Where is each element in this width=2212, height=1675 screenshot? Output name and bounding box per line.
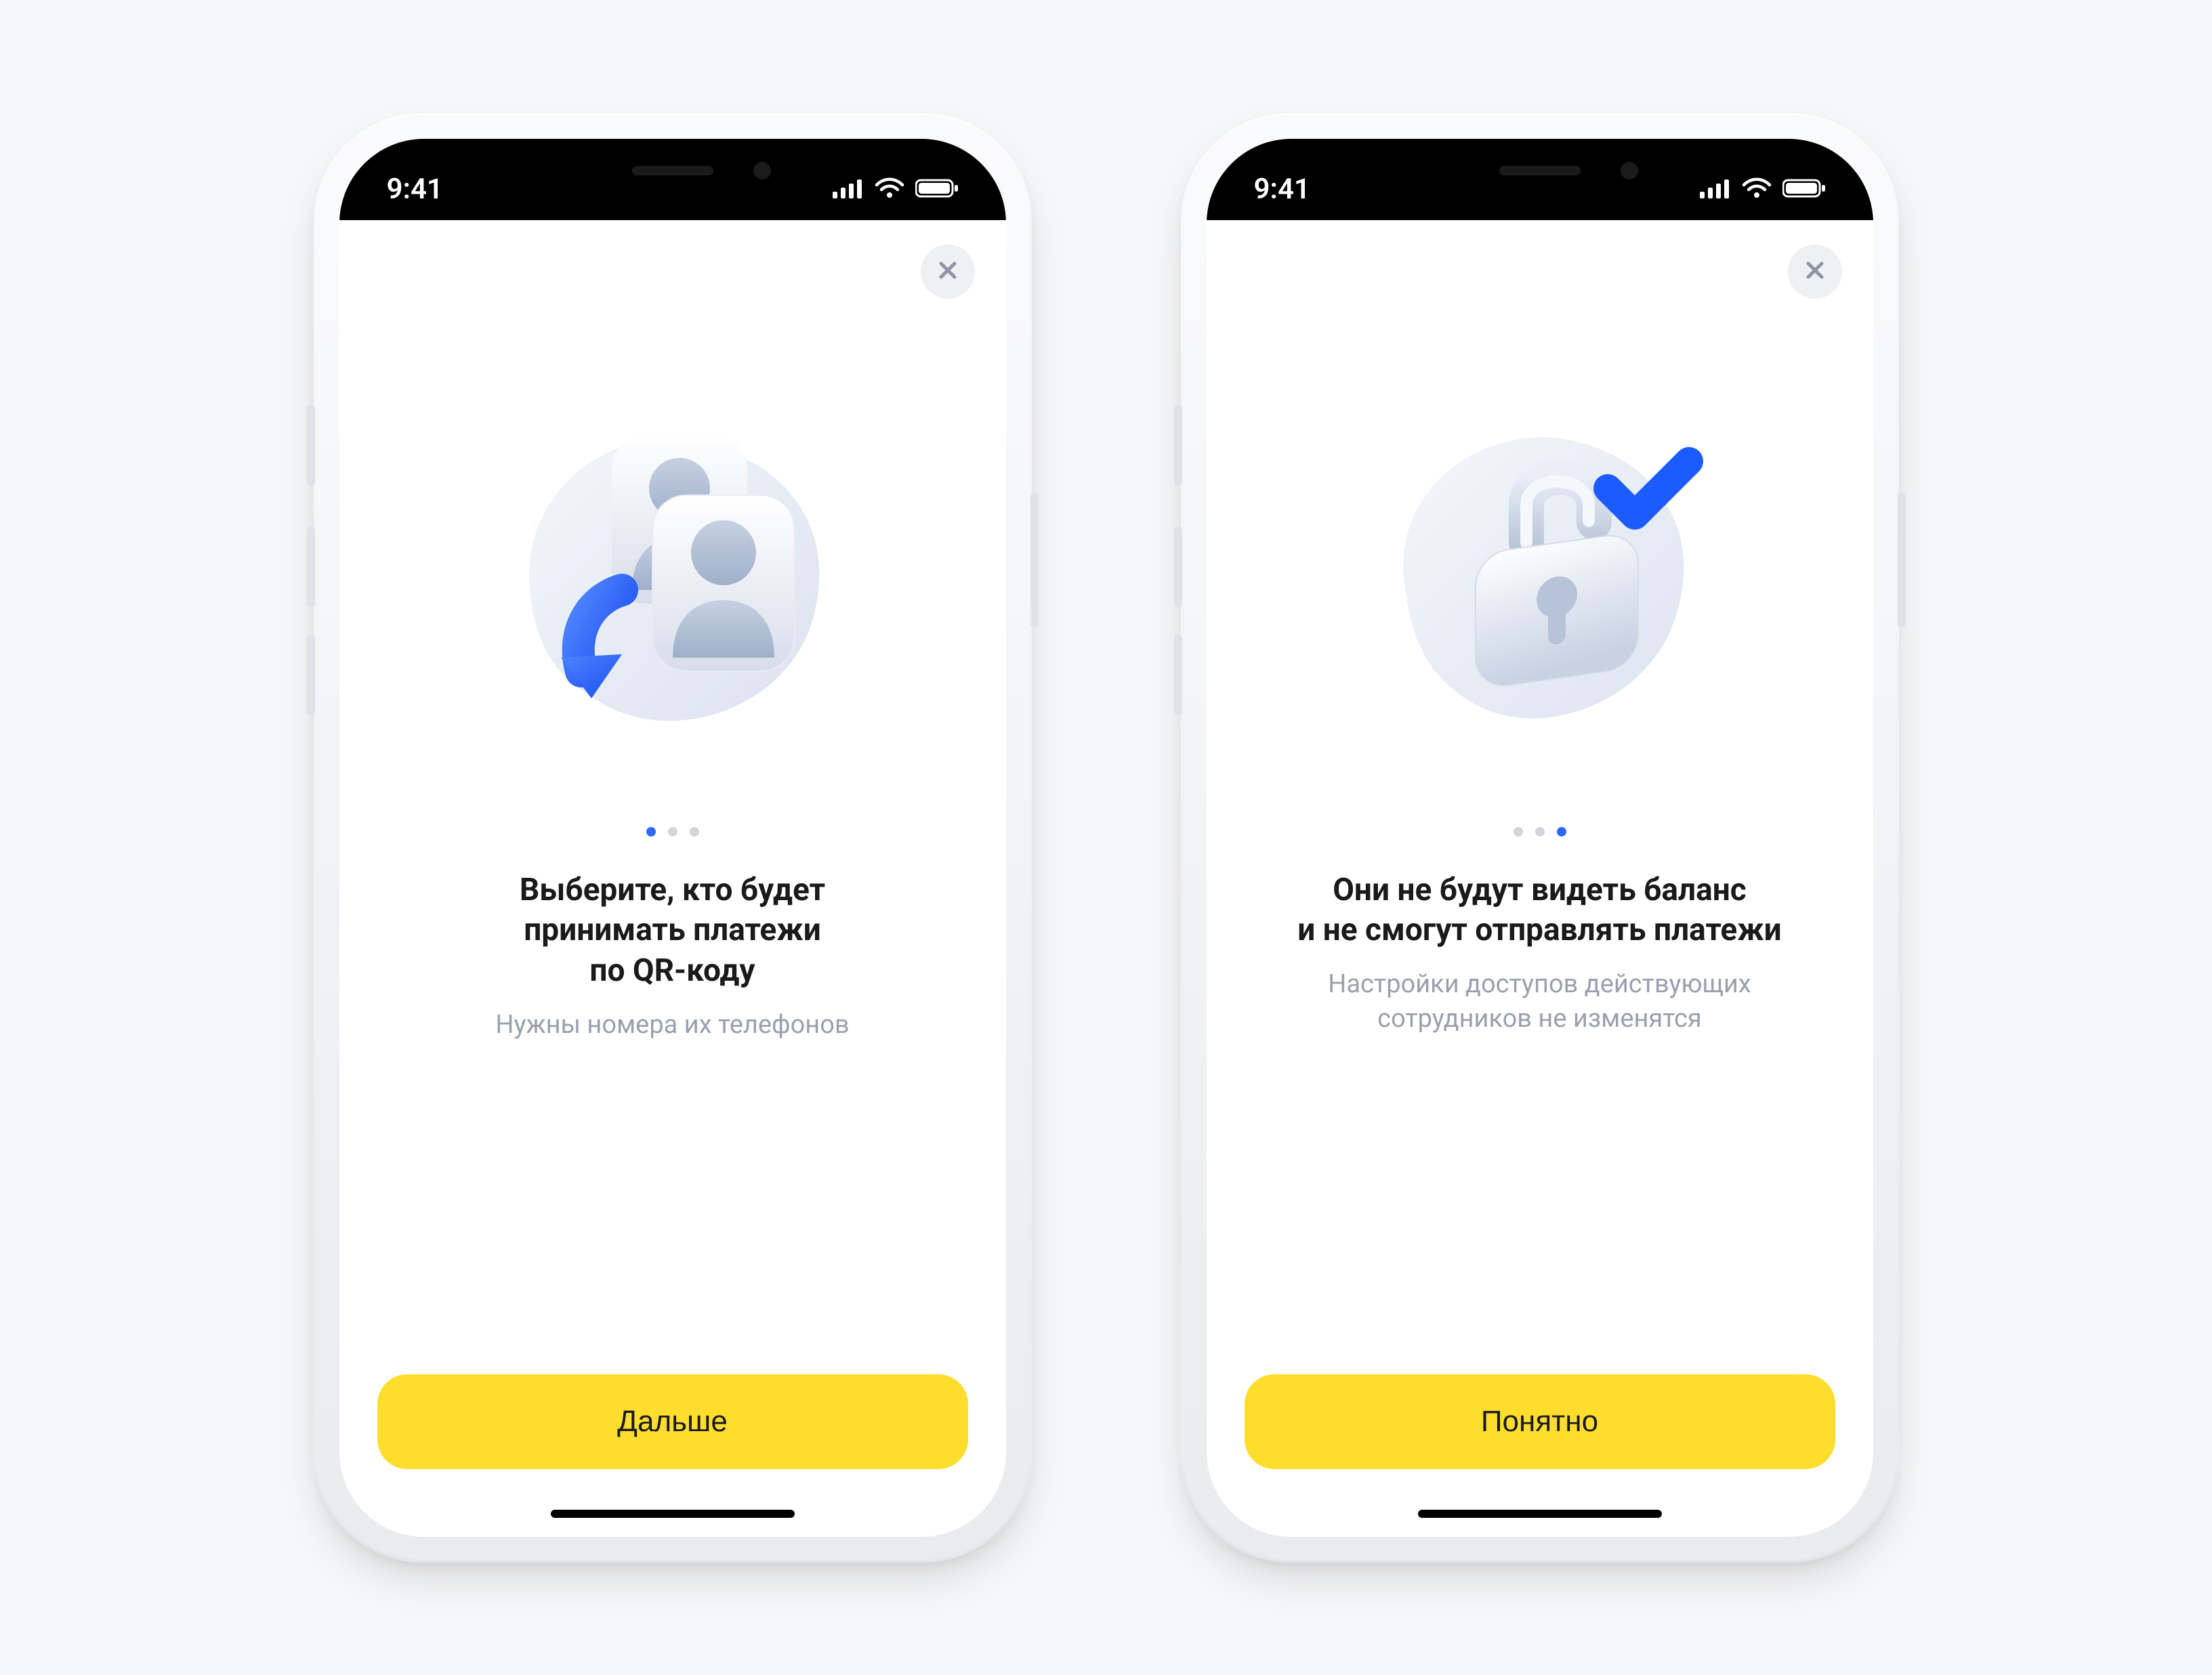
home-indicator[interactable]: [1418, 1510, 1662, 1518]
onboarding-subtitle: Настройки доступов действующих сотрудник…: [1328, 967, 1751, 1037]
close-button[interactable]: [921, 245, 975, 299]
page-indicator: [646, 827, 699, 836]
close-icon: [938, 260, 958, 283]
onboarding-subtitle: Нужны номера их телефонов: [495, 1008, 849, 1042]
wifi-icon: [875, 173, 904, 206]
onboarding-content: Они не будут видеть баланс и не смогут о…: [1207, 299, 1873, 1374]
page-dot-2: [668, 827, 677, 836]
onboarding-title: Выберите, кто будет принимать платежи по…: [520, 870, 825, 992]
battery-icon: [915, 173, 959, 206]
close-icon: [1805, 260, 1825, 283]
status-time: 9:41: [1254, 173, 1310, 206]
cellular-icon: [833, 173, 864, 206]
screen: 9:41: [1207, 139, 1873, 1537]
app-bar: [1207, 220, 1873, 299]
page-dot-3: [690, 827, 699, 836]
app-bar: [339, 220, 1006, 299]
status-indicators: [1700, 173, 1826, 206]
lock-check-icon: [1350, 380, 1730, 759]
confirm-button[interactable]: Понятно: [1245, 1374, 1835, 1469]
status-time: 9:41: [387, 173, 443, 206]
battery-icon: [1782, 173, 1826, 206]
close-button[interactable]: [1788, 245, 1842, 299]
notch: [1381, 139, 1699, 200]
onboarding-title: Они не будут видеть баланс и не смогут о…: [1297, 870, 1781, 952]
screen: 9:41: [339, 139, 1006, 1537]
status-indicators: [833, 173, 959, 206]
next-button[interactable]: Дальше: [377, 1374, 968, 1469]
phone-mockup-2: 9:41: [1181, 113, 1899, 1563]
page-dot-2: [1535, 827, 1545, 836]
page-dot-1: [1514, 827, 1523, 836]
phone-mockup-1: 9:41: [314, 113, 1032, 1563]
page-indicator: [1514, 827, 1566, 836]
onboarding-content: Выберите, кто будет принимать платежи по…: [339, 299, 1006, 1374]
page-dot-3: [1557, 827, 1566, 836]
page-dot-1: [646, 827, 656, 836]
wifi-icon: [1742, 173, 1772, 206]
notch: [514, 139, 832, 200]
people-transfer-icon: [483, 380, 862, 759]
home-indicator[interactable]: [551, 1510, 795, 1518]
cellular-icon: [1700, 173, 1731, 206]
